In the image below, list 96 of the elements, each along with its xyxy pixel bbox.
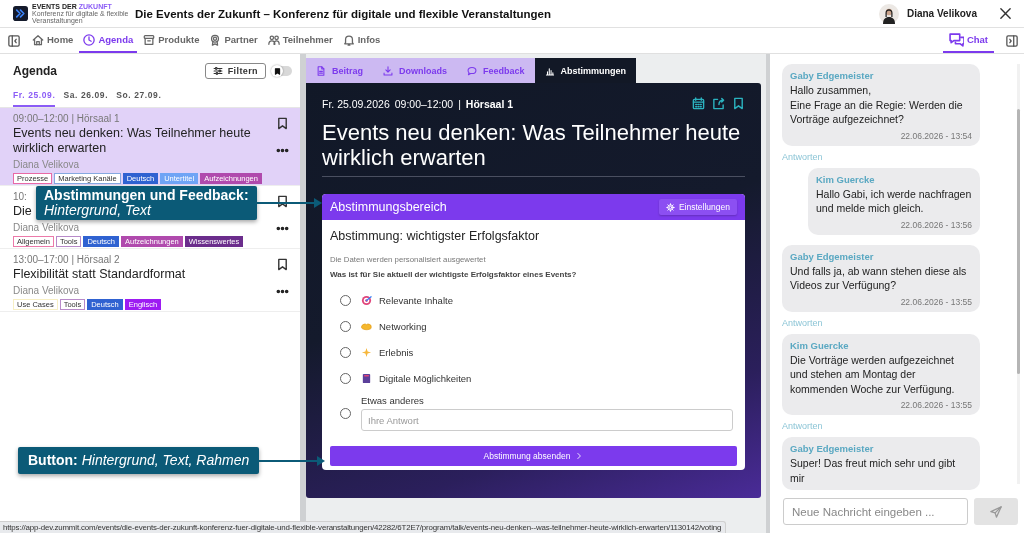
option-label[interactable]: Etwas anderes [361, 395, 737, 406]
bookmark-icon[interactable] [275, 195, 289, 208]
session-room: Hörsaal 1 [465, 97, 514, 110]
message-author: Kim Guercke [816, 173, 876, 185]
sliders-icon [212, 66, 223, 76]
book-icon [361, 372, 372, 384]
bar-chart-icon [544, 65, 555, 76]
panel-toggle-icon[interactable] [1006, 34, 1018, 47]
message-time: 22.06.2026 - 13:54 [899, 130, 972, 141]
session-time: 13:00–17:00 | Hörsaal 2 [13, 253, 120, 266]
close-icon[interactable] [999, 7, 1012, 20]
option-label[interactable]: Relevante Inhalte [379, 294, 453, 306]
bookmark-icon[interactable] [275, 117, 289, 130]
filter-button[interactable]: Filtern [204, 63, 266, 79]
bookmark-icon[interactable] [275, 258, 289, 271]
annotation-tooltip: Button: Hintergrund, Text, Rahmen [18, 447, 260, 474]
content-tab[interactable]: Beitrag [306, 58, 373, 83]
message-text: Super! Das freut mich sehr und gibt mir [790, 456, 957, 485]
option-label[interactable]: Digitale Möglichkeiten [379, 372, 472, 384]
bookmark-icon[interactable] [732, 97, 745, 110]
message-text: Die Vorträge werden aufgezeichnet und stehen am Montag der kommenden Woche zur Verfügung. [790, 352, 956, 396]
gear-icon [665, 202, 675, 212]
session-title: Events neu denken: Was Teilnehmer heute wirklich erwarten [322, 120, 745, 177]
session-title: Events neu denken: Was Teilnehmer heute wirklich erwarten [13, 126, 252, 156]
message-author: Gaby Edgemeister [790, 70, 875, 81]
leader-arrow [259, 455, 325, 466]
bookmark-toggle[interactable] [272, 66, 292, 76]
message-time: 22.06.2026 - 13:55 [899, 296, 972, 307]
session-speaker: Diana Velikova [13, 158, 80, 171]
annotation-tooltip: Abstimmungen und Feedback: Hintergrund, Text [36, 186, 257, 220]
share-icon[interactable] [712, 97, 725, 110]
submit-button[interactable]: Abstimmung absenden [330, 446, 737, 466]
message-text: Hallo zusammen, Eine Frage an die Regie: Werden die Vorträge aufgezeichnet? [790, 83, 964, 127]
poll-header-title: Abstimmungsbereich [330, 200, 447, 214]
nav-tab[interactable]: Teilnehmer [263, 28, 337, 53]
session-title: Die [13, 204, 32, 219]
message-field[interactable]: Neue Nachricht eingeben ... [783, 498, 968, 525]
nav-tab[interactable]: Produkte [139, 28, 204, 53]
poll-title: Abstimmung: wichtigster Erfolgsfaktor [330, 229, 541, 243]
radio-button[interactable] [340, 407, 351, 419]
session-date: Fr. 25.09.2026 [322, 97, 390, 110]
nav-tab[interactable]: Partner [205, 28, 262, 53]
chat-icon [948, 32, 964, 47]
option-label[interactable]: Networking [379, 320, 427, 332]
badge-icon [209, 33, 222, 46]
message-author: Gaby Edgemeister [790, 250, 875, 262]
radio-button[interactable] [340, 372, 351, 384]
radio-button[interactable] [340, 320, 351, 332]
day-tab[interactable]: Sa. 26.09. [63, 90, 109, 107]
content-tab[interactable]: Feedback [457, 58, 535, 83]
message-author: Gaby Edgemeister [790, 443, 875, 454]
calendar-icon[interactable] [692, 97, 705, 110]
content-tab[interactable]: Downloads [373, 58, 458, 83]
bell-icon [342, 33, 355, 46]
sparkle-icon [361, 346, 372, 358]
chevron-right-icon [575, 452, 584, 460]
speech-bubble-icon [467, 65, 478, 76]
target-icon [361, 294, 372, 306]
session-time: 09:00–12:00 [394, 97, 454, 110]
content-tab[interactable]: Abstimmungen [534, 58, 637, 83]
box-icon [143, 33, 156, 46]
message-text: Hallo Gabi, ich werde nachfragen und melde mich gleich. [816, 186, 972, 216]
panel-toggle-icon[interactable] [8, 34, 20, 47]
radio-button[interactable] [340, 294, 351, 306]
document-icon [316, 65, 326, 76]
send-icon [990, 505, 1002, 518]
separator: | [458, 97, 461, 110]
nav-tab[interactable]: Home [28, 28, 78, 53]
clock-icon [83, 33, 96, 46]
logo-icon[interactable] [13, 6, 28, 21]
day-tab[interactable]: So. 27.09. [116, 90, 162, 107]
user-name: Diana Velikova [906, 8, 977, 19]
settings-button[interactable]: Einstellungen [658, 199, 737, 215]
session-time: 10: [13, 190, 27, 203]
session-speaker: Diana Velikova [13, 284, 80, 297]
poll-question: Was ist für Sie aktuell der wichtigste Erfolgsfaktor eines Events? [330, 270, 578, 279]
session-time: 09:00–12:00 | Hörsaal 1 [13, 112, 120, 125]
message-text: Und falls ja, ab wann stehen diese als Videos zur Verfügung? [790, 263, 968, 293]
message-time: 22.06.2026 - 13:56 [899, 219, 972, 230]
download-icon [383, 65, 393, 76]
option-label[interactable]: Erlebnis [379, 346, 414, 358]
message-time: 22.06.2026 - 13:55 [899, 400, 972, 410]
nav-tab[interactable]: Infos [338, 28, 385, 53]
session-title: Flexibilität statt Standardformat [13, 267, 186, 282]
radio-button[interactable] [340, 346, 351, 358]
avatar[interactable] [878, 3, 899, 24]
panel-title: Agenda [13, 64, 58, 78]
message-author: Kim Guercke [790, 339, 850, 351]
people-icon [267, 33, 280, 46]
bookmark-icon [273, 67, 281, 75]
leader-arrow [256, 198, 322, 208]
scrollbar[interactable] [1017, 64, 1020, 484]
window-title: Die Events der Zukunft – Konferenz für digitale und flexible Veranstaltungen [135, 7, 552, 20]
home-icon [32, 33, 44, 46]
session-speaker: Diana Velikova [13, 221, 80, 234]
answer-field[interactable]: Ihre Antwort [361, 409, 733, 431]
